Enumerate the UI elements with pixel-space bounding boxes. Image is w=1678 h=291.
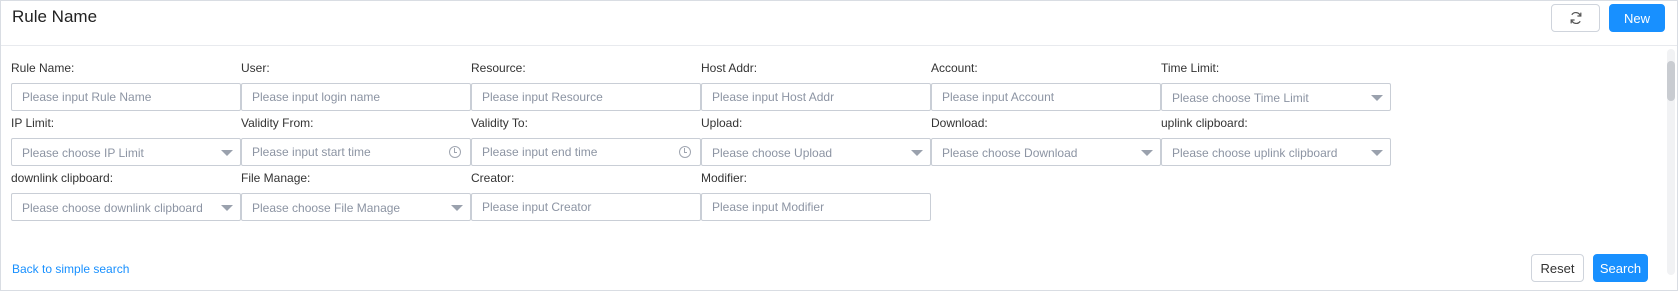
user-label: User: (241, 61, 270, 75)
chevron-down-icon (451, 205, 463, 211)
validity-from-field[interactable] (241, 138, 471, 166)
creator-field[interactable] (471, 193, 701, 221)
validity-from-label: Validity From: (241, 116, 314, 130)
host-addr-input[interactable] (702, 84, 930, 110)
host-addr-field[interactable] (701, 83, 931, 111)
rule-name-label: Rule Name: (11, 61, 75, 75)
downlink-clipboard-label: downlink clipboard: (11, 171, 114, 185)
account-label: Account: (931, 61, 978, 75)
reset-button[interactable]: Reset (1531, 254, 1584, 282)
vertical-scrollbar[interactable] (1667, 49, 1675, 275)
clock-icon (449, 146, 461, 158)
validity-to-input[interactable] (472, 139, 700, 165)
user-field[interactable] (241, 83, 471, 111)
upload-placeholder: Please choose Upload (712, 146, 833, 160)
modifier-input[interactable] (702, 194, 930, 220)
download-label: Download: (931, 116, 988, 130)
validity-to-field[interactable] (471, 138, 701, 166)
resource-input[interactable] (472, 84, 700, 110)
account-input[interactable] (932, 84, 1160, 110)
chevron-down-icon (1371, 150, 1383, 156)
upload-select[interactable]: Please choose Upload (701, 138, 931, 166)
ip-limit-select[interactable]: Please choose IP Limit (11, 138, 241, 166)
downlink-clipboard-placeholder: Please choose downlink clipboard (22, 201, 203, 215)
clock-icon (679, 146, 691, 158)
uplink-clipboard-select[interactable]: Please choose uplink clipboard (1161, 138, 1391, 166)
time-limit-select[interactable]: Please choose Time Limit (1161, 83, 1391, 111)
file-manage-placeholder: Please choose File Manage (252, 201, 401, 215)
file-manage-label: File Manage: (241, 171, 311, 185)
back-to-simple-search-link[interactable]: Back to simple search (12, 262, 129, 276)
time-limit-label: Time Limit: (1161, 61, 1220, 75)
chevron-down-icon (1141, 150, 1153, 156)
page-title: Rule Name (12, 7, 98, 26)
chevron-down-icon (221, 205, 233, 211)
refresh-button[interactable] (1551, 4, 1600, 32)
modifier-field[interactable] (701, 193, 931, 221)
account-field[interactable] (931, 83, 1161, 111)
resource-field[interactable] (471, 83, 701, 111)
refresh-icon (1570, 12, 1581, 24)
ip-limit-label: IP Limit: (11, 116, 55, 130)
rule-search-panel: Rule Name New Rule Name: User: Resource: (0, 0, 1678, 291)
scrollbar-thumb[interactable] (1667, 61, 1675, 101)
upload-label: Upload: (701, 116, 743, 130)
download-placeholder: Please choose Download (942, 146, 1078, 160)
rule-name-input[interactable] (12, 84, 240, 110)
creator-input[interactable] (472, 194, 700, 220)
host-addr-label: Host Addr: (701, 61, 758, 75)
creator-label: Creator: (471, 171, 515, 185)
file-manage-select[interactable]: Please choose File Manage (241, 193, 471, 221)
chevron-down-icon (911, 150, 923, 156)
time-limit-placeholder: Please choose Time Limit (1172, 91, 1309, 105)
rule-name-field[interactable] (11, 83, 241, 111)
new-button[interactable]: New (1609, 4, 1665, 32)
downlink-clipboard-select[interactable]: Please choose downlink clipboard (11, 193, 241, 221)
panel-header: Rule Name New (1, 1, 1677, 46)
chevron-down-icon (1371, 95, 1383, 101)
search-button[interactable]: Search (1593, 254, 1648, 282)
chevron-down-icon (221, 150, 233, 156)
resource-label: Resource: (471, 61, 526, 75)
user-input[interactable] (242, 84, 470, 110)
ip-limit-placeholder: Please choose IP Limit (22, 146, 144, 160)
uplink-clipboard-label: uplink clipboard: (1161, 116, 1248, 130)
uplink-clipboard-placeholder: Please choose uplink clipboard (1172, 146, 1338, 160)
validity-to-label: Validity To: (471, 116, 528, 130)
download-select[interactable]: Please choose Download (931, 138, 1161, 166)
validity-from-input[interactable] (242, 139, 470, 165)
modifier-label: Modifier: (701, 171, 748, 185)
